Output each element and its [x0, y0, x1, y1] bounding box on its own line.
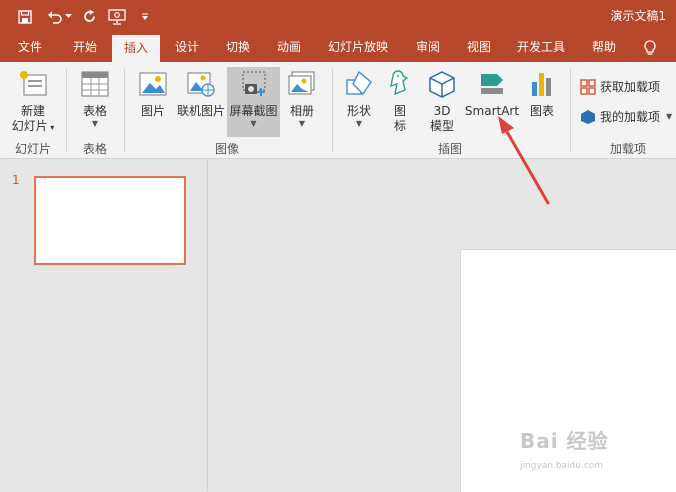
watermark-url: jingyan.baidu.com: [520, 461, 604, 471]
watermark: Bai 经验 jingyan.baidu.com: [520, 425, 609, 471]
watermark-logo-text: Bai 经验: [520, 429, 609, 453]
annotation-arrow: [498, 116, 550, 205]
